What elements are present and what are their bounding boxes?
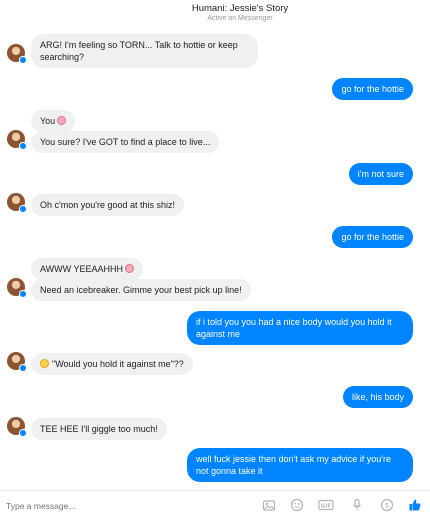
- outgoing-message: well fuck jessie then don't ask my advic…: [187, 448, 413, 482]
- gif-icon[interactable]: GIF: [318, 498, 334, 512]
- message-input[interactable]: [6, 500, 206, 512]
- pig-face-icon: [57, 116, 67, 125]
- sweat-smile-face-icon: [40, 359, 49, 368]
- outgoing-message: go for the hottie: [332, 78, 413, 100]
- microphone-icon[interactable]: [350, 498, 364, 512]
- messenger-badge-icon: [19, 429, 27, 437]
- avatar[interactable]: [7, 130, 27, 150]
- active-status: Active on Messenger: [207, 15, 273, 22]
- messenger-badge-icon: [19, 364, 27, 372]
- conversation-title[interactable]: Humani: Jessie's Story: [0, 3, 430, 14]
- outgoing-message: like, his body: [342, 386, 413, 408]
- messenger-badge-icon: [19, 205, 27, 213]
- messenger-badge-icon: [19, 56, 27, 64]
- incoming-message: "Would you hold it against me"??: [31, 353, 193, 375]
- message-text: AWWW YEEAAHHH: [40, 264, 124, 274]
- conversation-header: Humani: Jessie's Story Active on Messeng…: [0, 0, 430, 27]
- avatar[interactable]: [7, 278, 27, 298]
- messenger-badge-icon: [19, 142, 27, 150]
- avatar[interactable]: [7, 44, 27, 64]
- photo-icon[interactable]: [262, 498, 276, 512]
- incoming-message: AWWW YEEAAHHH: [31, 258, 144, 280]
- message-text: "Would you hold it against me"??: [52, 359, 184, 369]
- incoming-message: Need an icebreaker. Gimme your best pick…: [31, 279, 251, 301]
- incoming-message: TEE HEE I'll giggle too much!: [31, 418, 167, 440]
- outgoing-message: i'm not sure: [348, 163, 413, 185]
- avatar[interactable]: [7, 193, 27, 213]
- messenger-badge-icon: [19, 290, 27, 298]
- svg-text:GIF: GIF: [321, 504, 332, 510]
- incoming-message: You sure? I've GOT to find a place to li…: [31, 131, 220, 153]
- incoming-message: You: [31, 110, 76, 132]
- outgoing-message: if i told you you had a nice body would …: [187, 311, 413, 345]
- message-text: You: [40, 116, 56, 126]
- outgoing-message: go for the hottie: [332, 226, 413, 248]
- like-icon[interactable]: [408, 498, 422, 512]
- svg-text:$: $: [385, 502, 389, 510]
- avatar[interactable]: [7, 352, 27, 372]
- avatar[interactable]: [7, 417, 27, 437]
- dollar-icon[interactable]: $: [380, 498, 394, 512]
- emoji-icon[interactable]: [290, 498, 304, 512]
- incoming-message: Oh c'mon you're good at this shiz!: [31, 194, 185, 216]
- pig-face-icon: [125, 264, 135, 273]
- incoming-message: ARG! I'm feeling so TORN... Talk to hott…: [31, 34, 258, 68]
